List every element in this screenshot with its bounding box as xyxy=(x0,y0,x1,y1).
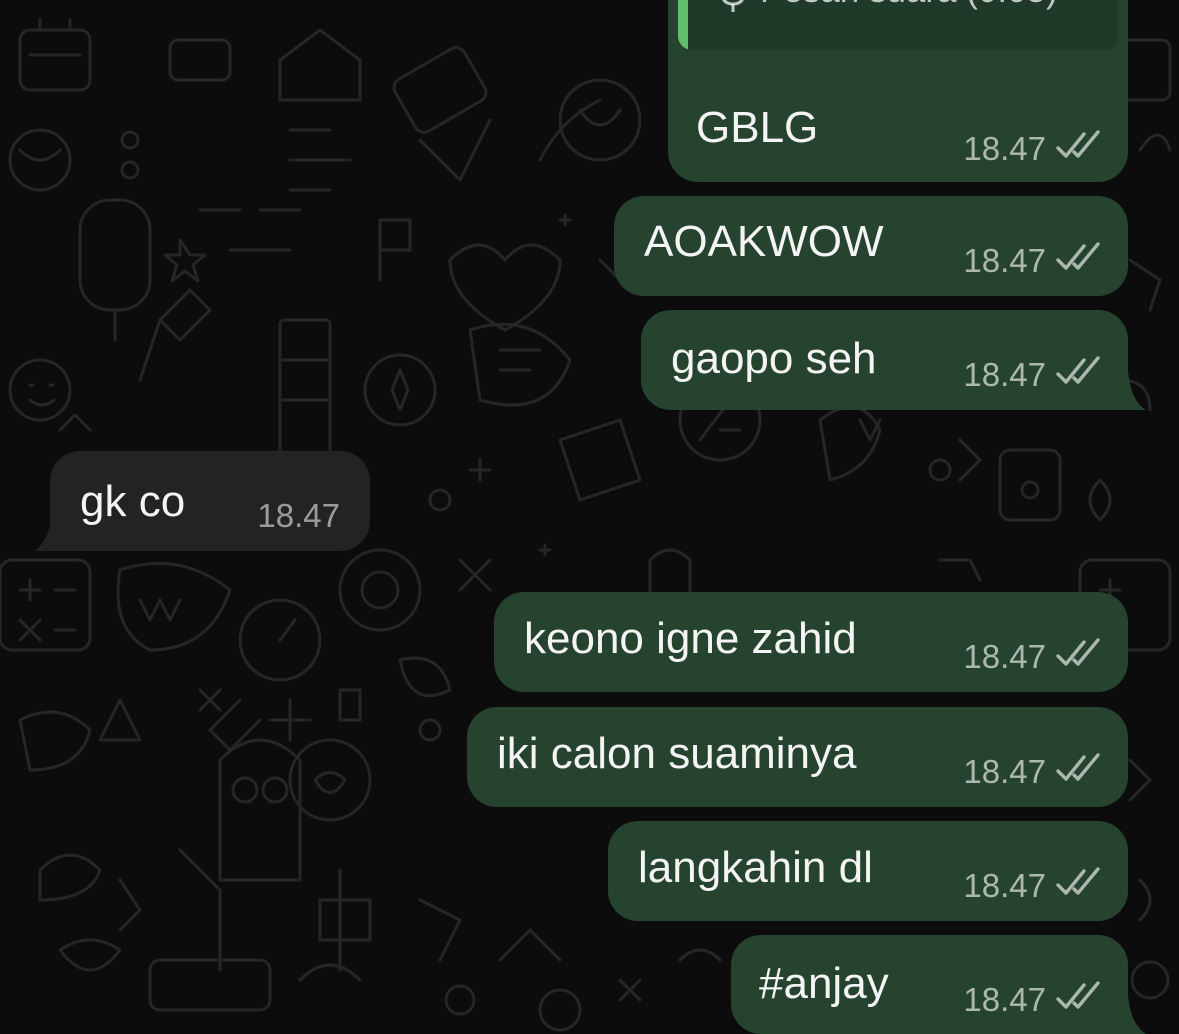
message-text: gk co xyxy=(80,477,186,526)
message-text: iki calon suaminya xyxy=(497,729,857,778)
message-time: 18.47 xyxy=(963,638,1046,675)
read-double-check-icon xyxy=(1056,130,1102,168)
message-time: 18.47 xyxy=(257,497,340,534)
message-text: langkahin dl xyxy=(638,843,873,892)
message-bubble-outgoing[interactable]: keono igne zahid 18.47 xyxy=(494,592,1128,692)
message-text: gaopo seh xyxy=(671,334,877,383)
chat-screen: Pesan suara (0.05) GBLG 18.47 AOAKWOW 18… xyxy=(0,0,1179,1034)
message-time: 18.47 xyxy=(963,242,1046,279)
message-time: 18.47 xyxy=(963,356,1046,393)
message-time: 18.47 xyxy=(963,981,1046,1018)
message-bubble-outgoing[interactable]: gaopo seh 18.47 xyxy=(641,310,1128,410)
bubble-tail-icon xyxy=(1112,994,1146,1034)
microphone-icon xyxy=(718,0,748,19)
read-double-check-icon xyxy=(1056,981,1102,1019)
read-double-check-icon xyxy=(1056,867,1102,905)
message-bubble-outgoing[interactable]: Pesan suara (0.05) GBLG 18.47 xyxy=(668,0,1128,182)
message-time: 18.47 xyxy=(963,130,1046,167)
message-text: AOAKWOW xyxy=(644,217,884,266)
message-text: GBLG xyxy=(696,103,819,152)
message-meta: 18.47 xyxy=(963,753,1102,791)
message-text: #anjay xyxy=(759,959,889,1008)
message-time: 18.47 xyxy=(963,867,1046,904)
read-double-check-icon xyxy=(1056,638,1102,676)
read-double-check-icon xyxy=(1056,753,1102,791)
read-double-check-icon xyxy=(1056,242,1102,280)
message-meta: 18.47 xyxy=(963,638,1102,676)
message-bubble-outgoing[interactable]: iki calon suaminya 18.47 xyxy=(467,707,1128,807)
bubble-tail-icon xyxy=(1112,370,1146,410)
message-bubble-outgoing[interactable]: langkahin dl 18.47 xyxy=(608,821,1128,921)
message-text: keono igne zahid xyxy=(524,614,857,663)
message-bubble-outgoing[interactable]: AOAKWOW 18.47 xyxy=(614,196,1128,296)
message-meta: 18.47 xyxy=(963,356,1102,394)
message-meta: 18.47 xyxy=(963,242,1102,280)
message-meta: 18.47 xyxy=(963,867,1102,905)
message-bubble-outgoing[interactable]: #anjay 18.47 xyxy=(731,935,1128,1034)
quoted-reply-text: Pesan suara (0.05) xyxy=(760,0,1058,12)
quote-accent-bar xyxy=(678,0,688,50)
message-bubble-incoming[interactable]: gk co 18.47 xyxy=(50,451,370,551)
message-meta: 18.47 xyxy=(257,497,340,535)
quoted-reply[interactable]: Pesan suara (0.05) xyxy=(678,0,1118,50)
message-meta: 18.47 xyxy=(963,130,1102,168)
message-time: 18.47 xyxy=(963,753,1046,790)
read-double-check-icon xyxy=(1056,356,1102,394)
bubble-tail-icon xyxy=(34,511,68,551)
message-meta: 18.47 xyxy=(963,981,1102,1019)
